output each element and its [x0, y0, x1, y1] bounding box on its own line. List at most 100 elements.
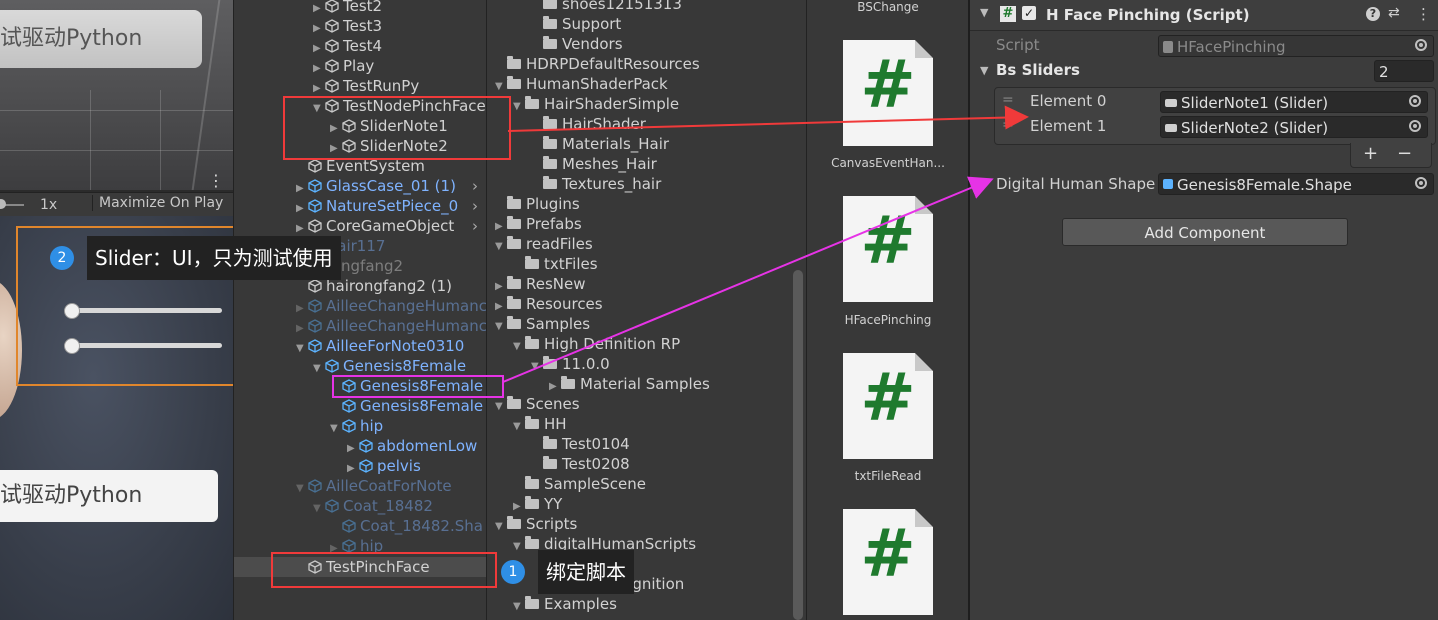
hierarchy-item[interactable]: Genesis8Female	[330, 376, 483, 396]
project-folder-item[interactable]: HairShader	[531, 114, 646, 134]
object-picker-icon[interactable]	[1409, 120, 1421, 132]
help-icon[interactable]: ?	[1366, 7, 1380, 21]
chevron-right-icon[interactable]: ›	[472, 196, 478, 216]
project-folder-item[interactable]: ▼ readFiles	[495, 234, 593, 254]
script-asset-canvas[interactable]: #	[843, 40, 933, 146]
hierarchy-item[interactable]: ▼ AilleeForNote0310	[296, 336, 464, 356]
expand-arrow-icon[interactable]: ▼	[495, 517, 507, 537]
project-folder-item[interactable]: shoes12151313	[531, 0, 682, 14]
project-folder-item[interactable]: ▼ Examples	[513, 594, 617, 614]
hierarchy-item[interactable]: ▶ abdomenLow	[347, 436, 477, 456]
hierarchy-item[interactable]: ▶ AilleeChangeHumanc	[296, 316, 486, 336]
expand-arrow-icon[interactable]: ▼	[330, 419, 342, 439]
hierarchy-item[interactable]: ▶ CoreGameObject ›	[296, 216, 478, 236]
expand-arrow-icon[interactable]: ▼	[513, 337, 525, 357]
hierarchy-item[interactable]: ▶ AilleeChangeHumanc	[296, 296, 486, 316]
add-component-button[interactable]: Add Component	[1062, 218, 1348, 246]
python-test-button-top[interactable]: 试驱动Python	[0, 10, 202, 68]
element-0-field[interactable]: SliderNote1 (Slider)	[1160, 91, 1428, 113]
project-folder-item[interactable]: Plugins	[495, 194, 580, 214]
project-folder-item[interactable]: txtFiles	[513, 254, 598, 274]
remove-element-button[interactable]: −	[1397, 143, 1412, 164]
chevron-right-icon[interactable]: ›	[472, 176, 478, 196]
project-folder-item[interactable]: ▶ ResNew	[495, 274, 586, 294]
project-folder-item[interactable]: Test0208	[531, 454, 630, 474]
hierarchy-item[interactable]: ▼ Coat_18482	[313, 496, 433, 516]
hierarchy-item[interactable]: ▶ Test3	[313, 16, 382, 36]
project-folder-item[interactable]: Support	[531, 14, 621, 34]
hierarchy-item[interactable]: EventSystem	[296, 156, 425, 176]
expand-arrow-icon[interactable]: ▼	[513, 97, 525, 117]
project-folder-item[interactable]: Vendors	[531, 34, 623, 54]
script-asset-next[interactable]: #	[843, 509, 933, 615]
expand-arrow-icon[interactable]: ▼	[495, 237, 507, 257]
project-folder-item[interactable]: ▼ 11.0.0	[531, 354, 610, 374]
expand-arrow-icon[interactable]: ▼	[313, 99, 325, 119]
project-folder-item[interactable]: ▼ HH	[513, 414, 567, 434]
expand-arrow-icon[interactable]: ▼	[296, 479, 308, 499]
chevron-right-icon[interactable]: ›	[472, 216, 478, 236]
hierarchy-item[interactable]: ▶ Play	[313, 56, 374, 76]
object-picker-icon[interactable]	[1409, 95, 1421, 107]
hierarchy-item[interactable]: Genesis8Female	[330, 396, 483, 416]
expand-arrow-icon[interactable]: ▼	[513, 597, 525, 617]
project-folder-item[interactable]: ▶ Material Samples	[549, 374, 710, 394]
expand-arrow-icon[interactable]: ▼	[495, 397, 507, 417]
hierarchy-item[interactable]: ▶ hip	[330, 536, 383, 556]
hierarchy-item[interactable]: ▼ Genesis8Female	[313, 356, 466, 376]
hierarchy-item[interactable]: ▶ GlassCase_01 (1) ›	[296, 176, 478, 196]
drag-handle-icon[interactable]: =	[1002, 92, 1014, 108]
hierarchy-item[interactable]: ▶ SliderNote2	[330, 136, 448, 156]
project-folder-item[interactable]: ▶ Resources	[495, 294, 603, 314]
hierarchy-item[interactable]: ▼ hip	[330, 416, 383, 436]
expand-arrow-icon[interactable]: ▼	[495, 77, 507, 97]
hierarchy-item[interactable]: TestPinchFace	[234, 557, 486, 577]
object-picker-icon[interactable]	[1415, 177, 1427, 189]
hierarchy-item[interactable]: ▼ TestNodePinchFace	[313, 96, 486, 116]
project-folder-item[interactable]: Textures_hair	[531, 174, 661, 194]
expand-arrow-icon[interactable]: ▶	[330, 539, 342, 559]
project-folder-item[interactable]: HDRPDefaultResources	[495, 54, 700, 74]
project-folder-item[interactable]: SampleScene	[513, 474, 646, 494]
slider-knob-1[interactable]	[64, 303, 80, 319]
project-scrollbar[interactable]	[793, 270, 803, 620]
hierarchy-item[interactable]: ▶ Test4	[313, 36, 382, 56]
project-folder-item[interactable]: ▼ HairShaderSimple	[513, 94, 679, 114]
script-asset-txtfileread[interactable]: #	[843, 353, 933, 459]
project-folder-item[interactable]: Materials_Hair	[531, 134, 669, 154]
script-asset-hfacepinching[interactable]: #	[843, 196, 933, 302]
foldout-arrow-icon[interactable]: ▼	[980, 6, 988, 19]
slider-track-2[interactable]	[64, 343, 222, 348]
expand-arrow-icon[interactable]: ▼	[531, 357, 543, 377]
slider-knob-2[interactable]	[64, 338, 80, 354]
python-test-button-bottom[interactable]: 试驱动Python	[0, 470, 218, 522]
project-folder-item[interactable]: ▶ Prefabs	[495, 214, 582, 234]
project-folder-item[interactable]: ▼ Scenes	[495, 394, 580, 414]
digital-human-shape-field[interactable]: Genesis8Female.Shape	[1158, 173, 1434, 195]
drag-handle-icon[interactable]: =	[1002, 117, 1014, 133]
expand-arrow-icon[interactable]: ▼	[513, 537, 525, 557]
expand-arrow-icon[interactable]: ▼	[513, 417, 525, 437]
project-folder-item[interactable]: ▼ HumanShaderPack	[495, 74, 668, 94]
project-folder-item[interactable]: ▼ Samples	[495, 314, 590, 334]
project-folder-item[interactable]: Meshes_Hair	[531, 154, 657, 174]
slider-track-1[interactable]	[64, 308, 222, 313]
hierarchy-item[interactable]: ▶ pelvis	[347, 456, 421, 476]
hierarchy-item[interactable]: ▶ NatureSetPiece_0 ›	[296, 196, 478, 216]
expand-arrow-icon[interactable]: ▼	[495, 317, 507, 337]
expand-arrow-icon[interactable]: ▼	[313, 359, 325, 379]
hierarchy-item[interactable]: Coat_18482.Sha	[330, 516, 483, 536]
project-folder-item[interactable]: ▼ Scripts	[495, 514, 577, 534]
hierarchy-item[interactable]: ▼ AilleCoatForNote	[296, 476, 452, 496]
project-folder-item[interactable]: ▶ YY	[513, 494, 562, 514]
hierarchy-item[interactable]: ▶ Test2	[313, 0, 382, 16]
preset-sliders-icon[interactable]: ⇄	[1388, 5, 1400, 21]
maximize-on-play-toggle[interactable]: Maximize On Play	[92, 195, 223, 211]
enable-checkbox[interactable]: ✓	[1022, 6, 1036, 20]
project-folder-item[interactable]: ▼ High Definition RP	[513, 334, 680, 354]
expand-arrow-icon[interactable]: ▼	[296, 339, 308, 359]
hierarchy-item[interactable]: ▶ TestRunPy	[313, 76, 419, 96]
element-1-field[interactable]: SliderNote2 (Slider)	[1160, 116, 1428, 138]
hierarchy-item[interactable]: ▶ SliderNote1	[330, 116, 448, 136]
add-element-button[interactable]: +	[1363, 143, 1378, 164]
